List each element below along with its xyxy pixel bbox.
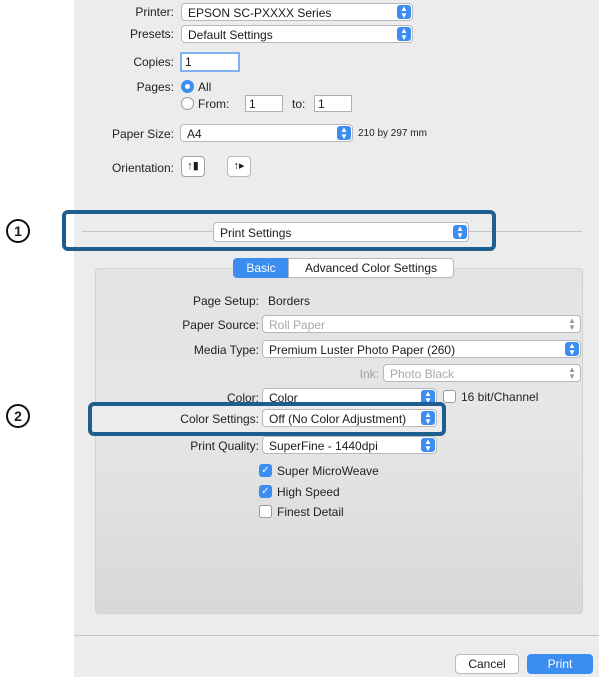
print-button[interactable]: Print bbox=[527, 654, 593, 674]
pages-from-input[interactable]: 1 bbox=[245, 95, 283, 112]
media-type-value: Premium Luster Photo Paper (260) bbox=[269, 343, 456, 357]
orientation-portrait-button[interactable]: ↑▮ bbox=[181, 156, 205, 177]
high-speed-label: High Speed bbox=[277, 485, 340, 499]
chevron-updown-icon: ▲ ▼ bbox=[337, 126, 351, 141]
callout-box-one bbox=[62, 210, 496, 251]
media-type-label: Media Type: bbox=[193, 343, 259, 357]
media-type-popup[interactable]: Premium Luster Photo Paper (260) ▲ ▼ bbox=[262, 340, 581, 358]
page-setup-label: Page Setup: bbox=[192, 294, 259, 308]
paper-size-label: Paper Size: bbox=[111, 127, 174, 141]
presets-label: Presets: bbox=[129, 27, 174, 41]
paper-size-popup[interactable]: A4 ▲ ▼ bbox=[180, 124, 353, 142]
callout-number-one: 1 bbox=[6, 219, 30, 243]
chevron-updown-icon: ▲ ▼ bbox=[568, 316, 576, 332]
pages-to-input[interactable]: 1 bbox=[314, 95, 352, 112]
super-microweave-label: Super MicroWeave bbox=[277, 464, 379, 478]
copies-input[interactable]: 1 bbox=[180, 52, 240, 72]
footer-separator bbox=[74, 635, 599, 636]
chevron-updown-icon: ▲ ▼ bbox=[565, 342, 579, 357]
color-settings-label: Color Settings: bbox=[180, 412, 259, 426]
paper-source-label: Paper Source: bbox=[182, 318, 259, 332]
cancel-button[interactable]: Cancel bbox=[455, 654, 519, 674]
chevron-updown-icon: ▲ ▼ bbox=[397, 5, 411, 20]
bit-channel-checkbox[interactable] bbox=[443, 390, 456, 403]
print-quality-value: SuperFine - 1440dpi bbox=[269, 439, 378, 453]
orientation-label: Orientation: bbox=[111, 161, 174, 175]
high-speed-checkbox[interactable]: ✓ bbox=[259, 485, 272, 498]
tab-basic[interactable]: Basic bbox=[233, 258, 289, 278]
orientation-landscape-button[interactable]: ↑▸ bbox=[227, 156, 251, 177]
pages-all-radio[interactable] bbox=[181, 80, 194, 93]
super-microweave-checkbox[interactable]: ✓ bbox=[259, 464, 272, 477]
printer-popup[interactable]: EPSON SC-PXXXX Series ▲ ▼ bbox=[181, 3, 413, 21]
presets-popup[interactable]: Default Settings ▲ ▼ bbox=[181, 25, 413, 43]
pages-label: Pages: bbox=[136, 80, 174, 94]
portrait-person-icon: ↑▮ bbox=[187, 160, 199, 172]
pages-from-label: From: bbox=[198, 97, 230, 111]
copies-label: Copies: bbox=[133, 55, 174, 69]
chevron-updown-icon: ▲ ▼ bbox=[397, 27, 411, 42]
ink-popup: Photo Black ▲ ▼ bbox=[383, 364, 581, 382]
pages-to-label: to: bbox=[292, 97, 306, 111]
pages-from-radio[interactable] bbox=[181, 97, 194, 110]
finest-detail-checkbox[interactable] bbox=[259, 505, 272, 518]
page-setup-value: Borders bbox=[268, 294, 311, 308]
bit-channel-label: 16 bit/Channel bbox=[461, 390, 539, 404]
landscape-person-icon: ↑▸ bbox=[233, 160, 245, 172]
checkmark-icon: ✓ bbox=[261, 486, 270, 497]
ink-value: Photo Black bbox=[390, 367, 455, 381]
paper-source-value: Roll Paper bbox=[269, 318, 326, 332]
chevron-updown-icon: ▲ ▼ bbox=[568, 365, 576, 381]
chevron-updown-icon: ▲ ▼ bbox=[421, 438, 435, 453]
callout-number-two: 2 bbox=[6, 404, 30, 428]
printer-value: EPSON SC-PXXXX Series bbox=[188, 6, 332, 20]
color-settings-value: Off (No Color Adjustment) bbox=[269, 412, 407, 426]
print-quality-label: Print Quality: bbox=[190, 439, 259, 453]
paper-source-popup: Roll Paper ▲ ▼ bbox=[262, 315, 581, 333]
paper-size-dimensions: 210 by 297 mm bbox=[358, 128, 427, 139]
tab-advanced-color-settings[interactable]: Advanced Color Settings bbox=[288, 258, 454, 278]
finest-detail-label: Finest Detail bbox=[277, 505, 344, 519]
print-quality-popup[interactable]: SuperFine - 1440dpi ▲ ▼ bbox=[262, 436, 437, 454]
presets-value: Default Settings bbox=[188, 28, 273, 42]
color-settings-popup[interactable]: Off (No Color Adjustment) ▲ ▼ bbox=[262, 409, 437, 427]
paper-size-value: A4 bbox=[187, 127, 202, 141]
chevron-updown-icon: ▲ ▼ bbox=[421, 411, 435, 426]
checkmark-icon: ✓ bbox=[261, 465, 270, 476]
ink-label: Ink: bbox=[359, 367, 379, 381]
printer-label: Printer: bbox=[135, 5, 174, 19]
pages-all-label: All bbox=[198, 80, 212, 94]
